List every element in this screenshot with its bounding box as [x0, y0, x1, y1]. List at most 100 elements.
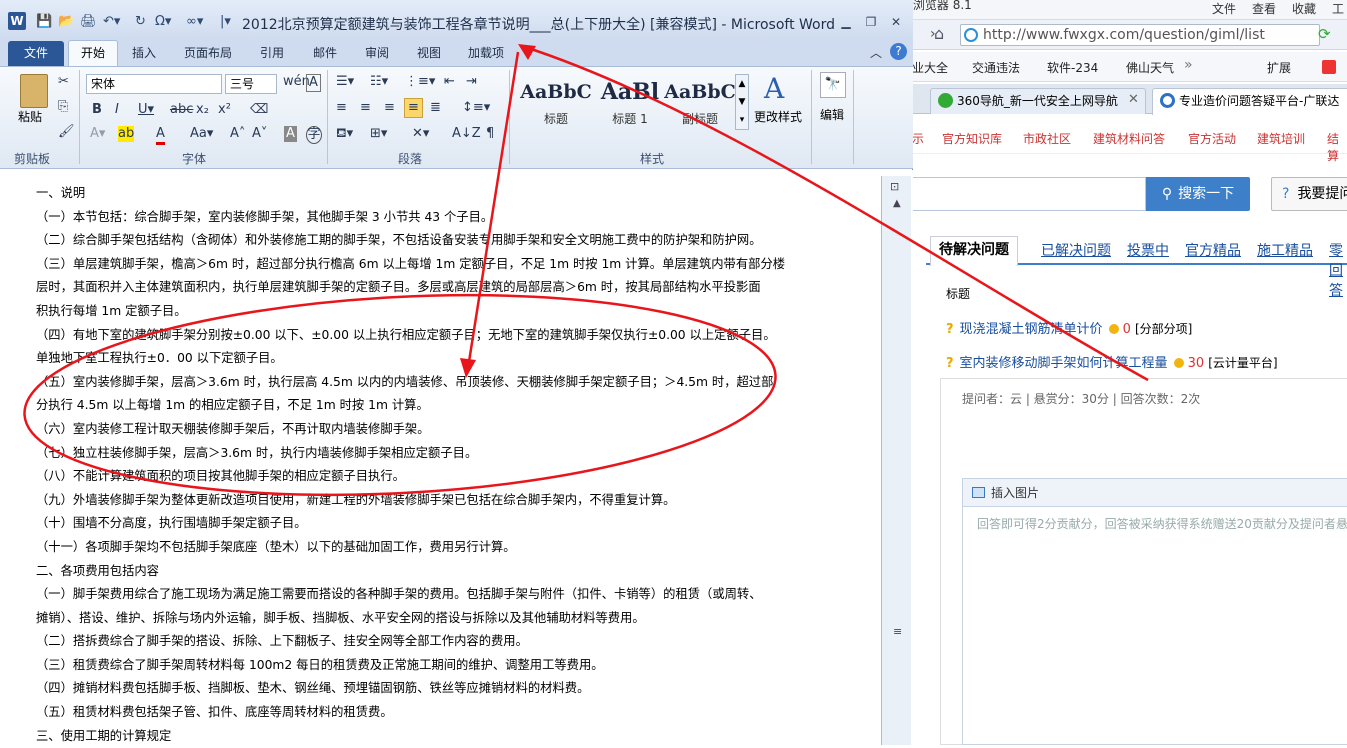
- fav-item-1[interactable]: 业大全: [912, 59, 948, 76]
- print-icon[interactable]: 🖨: [80, 14, 97, 29]
- tab-360-nav[interactable]: 360导航_新一代安全上网导航: [930, 88, 1146, 114]
- home-icon[interactable]: ⌂: [934, 24, 944, 43]
- line-spacing-icon[interactable]: ↕≡▾: [462, 100, 490, 116]
- distributed-icon[interactable]: ≣: [430, 100, 441, 116]
- editing-button[interactable]: 编辑: [820, 106, 844, 123]
- cut-icon[interactable]: ✂: [58, 74, 69, 90]
- refresh-icon[interactable]: ⟳: [1318, 25, 1331, 43]
- tab-glodon[interactable]: 专业造价问题答疑平台-广联达: [1152, 88, 1347, 115]
- numbering-icon[interactable]: ☷▾: [370, 74, 388, 90]
- increase-indent-icon[interactable]: ⇥: [466, 74, 477, 90]
- tab-official[interactable]: 官方精品: [1185, 240, 1241, 260]
- tab-view[interactable]: 视图: [417, 44, 441, 61]
- sort-icon[interactable]: A↓Z: [452, 126, 481, 142]
- scroll-up-icon[interactable]: ▲: [893, 198, 901, 209]
- more-favorites-icon[interactable]: »: [1184, 57, 1193, 73]
- close-button[interactable]: ✕: [886, 14, 906, 30]
- paste-icon[interactable]: [20, 74, 48, 108]
- shrink-font-icon[interactable]: A˅: [252, 126, 267, 142]
- tab-solved[interactable]: 已解决问题: [1041, 240, 1111, 260]
- tab-close-icon[interactable]: ✕: [1128, 92, 1139, 107]
- tab-page-layout[interactable]: 页面布局: [184, 44, 232, 61]
- ruler-toggle-icon[interactable]: ⊡: [890, 180, 899, 193]
- sort-chinese-icon[interactable]: ✕▾: [412, 126, 429, 142]
- site-nav-item-1[interactable]: 官方知识库: [942, 130, 1002, 147]
- clear-format-icon[interactable]: ⌫: [250, 102, 268, 118]
- ask-question-button[interactable]: ? 我要提问: [1271, 177, 1347, 211]
- change-styles-icon[interactable]: A: [764, 72, 784, 105]
- site-nav-item-5[interactable]: 建筑培训: [1257, 130, 1305, 147]
- style-title[interactable]: AaBbC 标题: [518, 74, 594, 130]
- customize-qat-icon[interactable]: |▾: [220, 14, 231, 29]
- highlight-icon[interactable]: ab: [118, 126, 135, 142]
- tab-references[interactable]: 引用: [260, 44, 284, 61]
- fav-item-2[interactable]: 交通违法: [968, 59, 1020, 76]
- tab-addins[interactable]: 加载项: [468, 44, 504, 61]
- tab-unsolved[interactable]: 待解决问题: [930, 236, 1018, 266]
- search-button[interactable]: ⚲ 搜索一下: [1146, 177, 1250, 211]
- paste-button[interactable]: 粘贴: [18, 108, 42, 125]
- url-input[interactable]: http://www.fwxgx.com/question/giml/list: [960, 24, 1320, 46]
- word-app-icon[interactable]: W: [8, 12, 26, 30]
- save-icon[interactable]: 💾: [36, 14, 52, 29]
- question-link[interactable]: 室内装修移动脚手架如何计算工程量: [960, 356, 1168, 371]
- style-subtitle[interactable]: AaBbC 副标题: [662, 74, 738, 130]
- tab-zero-answer[interactable]: 零回答: [1329, 240, 1347, 300]
- menu-favorites[interactable]: 收藏: [1292, 0, 1316, 17]
- insert-picture-button[interactable]: 插入图片: [963, 479, 1347, 507]
- vertical-scrollbar[interactable]: [881, 176, 911, 745]
- shading-icon[interactable]: ⛾▾: [336, 126, 353, 142]
- tab-home[interactable]: 开始: [68, 40, 118, 67]
- scroll-grip-icon[interactable]: ≡: [893, 625, 902, 638]
- tab-review[interactable]: 审阅: [365, 44, 389, 61]
- change-styles-button[interactable]: 更改样式: [754, 108, 802, 125]
- styles-scroll[interactable]: ▲ ▼ ▾: [735, 74, 749, 130]
- menu-file[interactable]: 文件: [1212, 0, 1236, 17]
- document-body[interactable]: 一、说明 （一）本节包括：综合脚手架，室内装修脚手架，其他脚手架 3 小节共 43…: [36, 182, 851, 748]
- question-link[interactable]: 现浇混凝土钢筋清单计价: [960, 322, 1103, 337]
- bold-button[interactable]: B: [92, 102, 102, 118]
- menu-view[interactable]: 查看: [1252, 0, 1276, 17]
- subscript-button[interactable]: x₂: [196, 102, 209, 118]
- format-painter-icon[interactable]: 🖌: [58, 124, 75, 140]
- align-right-icon[interactable]: ≡: [384, 100, 395, 116]
- site-search-input[interactable]: [912, 177, 1146, 211]
- find-icon[interactable]: 🔭: [820, 72, 846, 98]
- site-nav-item-6[interactable]: 结算: [1327, 130, 1347, 164]
- site-nav-item-2[interactable]: 市政社区: [1023, 130, 1071, 147]
- show-marks-icon[interactable]: ¶: [486, 126, 494, 142]
- site-nav-item-0[interactable]: 示: [912, 130, 924, 147]
- align-center-icon[interactable]: ≡: [360, 100, 371, 116]
- site-nav-item-4[interactable]: 官方活动: [1188, 130, 1236, 147]
- tab-mailings[interactable]: 邮件: [313, 44, 337, 61]
- site-nav-item-3[interactable]: 建筑材料问答: [1093, 130, 1165, 147]
- undo-icon[interactable]: ↶▾: [103, 14, 120, 29]
- help-icon[interactable]: ?: [890, 43, 907, 60]
- font-size-select[interactable]: 三号: [225, 74, 277, 94]
- collapse-ribbon-icon[interactable]: ︿: [870, 44, 882, 61]
- maximize-button[interactable]: ❐: [861, 14, 881, 30]
- enclose-char-icon[interactable]: 字: [306, 126, 322, 144]
- decrease-indent-icon[interactable]: ⇤: [444, 74, 455, 90]
- font-color-icon[interactable]: A: [156, 126, 165, 145]
- open-icon[interactable]: 📂: [58, 14, 74, 29]
- italic-button[interactable]: I: [115, 102, 119, 118]
- align-left-icon[interactable]: ≡: [336, 100, 347, 116]
- char-border-icon[interactable]: A: [306, 74, 321, 92]
- fav-item-4[interactable]: 佛山天气: [1126, 59, 1174, 76]
- minimize-button[interactable]: ▁: [836, 14, 856, 30]
- strikethrough-button[interactable]: abc: [170, 102, 193, 118]
- char-shading-icon[interactable]: A: [284, 126, 297, 142]
- fav-item-5[interactable]: 扩展: [1267, 59, 1291, 76]
- symbol-icon[interactable]: Ω▾: [155, 14, 171, 29]
- grow-font-icon[interactable]: A˄: [230, 126, 245, 142]
- multilevel-list-icon[interactable]: ⋮≡▾: [405, 74, 435, 90]
- answer-editor[interactable]: 插入图片 回答即可得2分贡献分，回答被采纳获得系统赠送20贡献分及提问者悬赏分: [962, 478, 1347, 745]
- underline-button[interactable]: U▾: [138, 102, 154, 118]
- text-effect-icon[interactable]: A▾: [90, 126, 105, 142]
- borders-icon[interactable]: ⊞▾: [370, 126, 387, 142]
- answer-placeholder[interactable]: 回答即可得2分贡献分，回答被采纳获得系统赠送20贡献分及提问者悬赏分: [963, 507, 1347, 540]
- copy-icon[interactable]: ⎘: [58, 99, 68, 115]
- redo-icon[interactable]: ↻: [135, 14, 146, 29]
- tab-insert[interactable]: 插入: [132, 44, 156, 61]
